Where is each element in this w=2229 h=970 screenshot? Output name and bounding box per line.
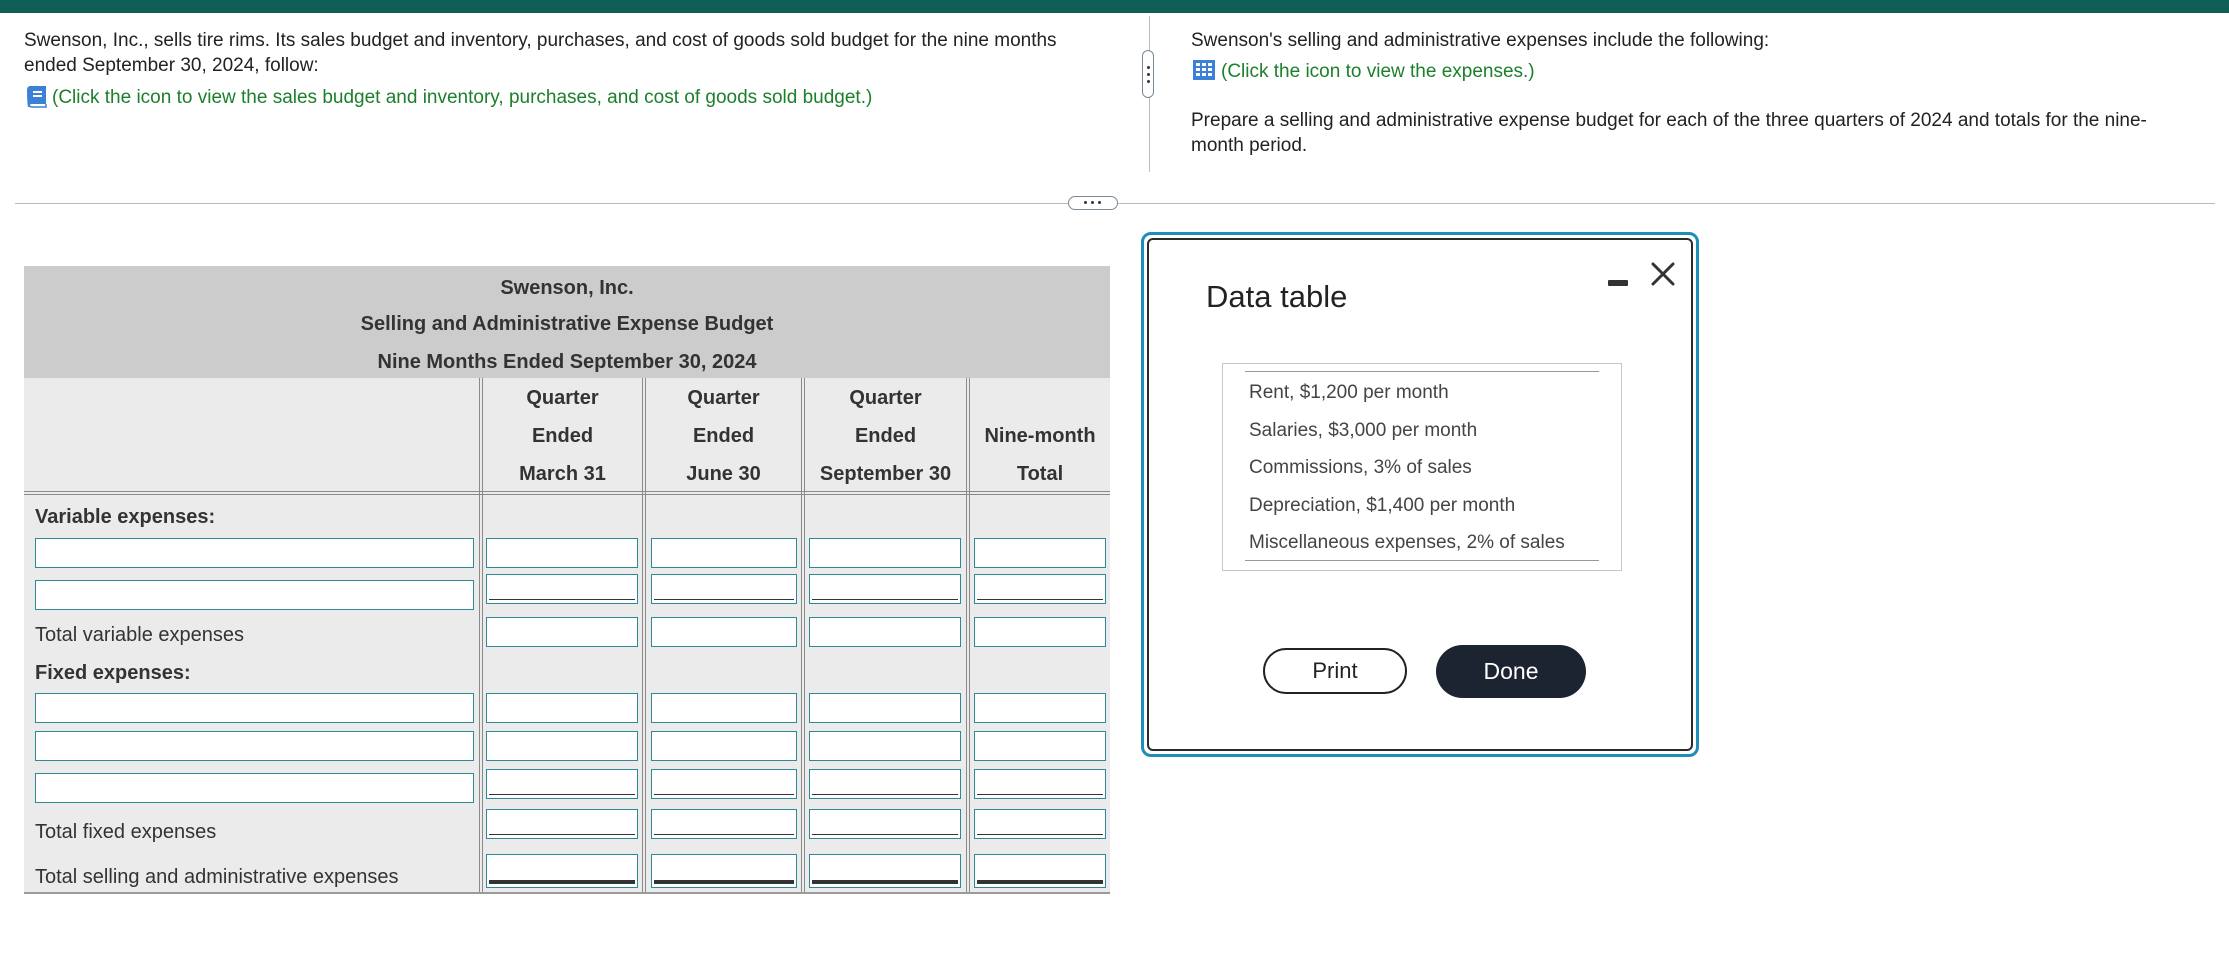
table-bottom-rule (1245, 560, 1599, 561)
total-variable-label: Total variable expenses (35, 624, 245, 646)
total-variable-input[interactable] (651, 617, 797, 647)
instruction-text: Prepare a selling and administrative exp… (1191, 110, 2147, 156)
data-row: Commissions, 3% of sales (1249, 457, 1472, 478)
amount-input[interactable] (974, 574, 1106, 604)
amount-input[interactable] (651, 538, 797, 568)
expenses-data-table: Rent, $1,200 per month Salaries, $3,000 … (1222, 363, 1622, 571)
problem-details: Swenson's selling and administrative exp… (1191, 28, 2191, 158)
sales-budget-link[interactable]: (Click the icon to view the sales budget… (24, 83, 1114, 110)
column-header-q2: Quarter Ended June 30 (686, 387, 761, 485)
fixed-expense-name-input[interactable] (35, 731, 474, 761)
expenses-link[interactable]: (Click the icon to view the expenses.) (1191, 57, 2191, 84)
amount-input[interactable] (809, 538, 961, 568)
total-sa-input[interactable] (809, 854, 961, 888)
column-header-q1: Quarter Ended March 31 (519, 387, 606, 485)
total-fixed-input[interactable] (486, 809, 638, 839)
budget-table: Swenson, Inc. Selling and Administrative… (24, 266, 1110, 894)
table-bottom-rule (24, 892, 1110, 894)
amount-input[interactable] (974, 693, 1106, 723)
done-button[interactable]: Done (1436, 645, 1586, 698)
amount-input[interactable] (809, 731, 961, 761)
fixed-expenses-label: Fixed expenses: (35, 662, 191, 684)
data-row: Salaries, $3,000 per month (1249, 420, 1478, 441)
data-row: Miscellaneous expenses, 2% of sales (1249, 532, 1565, 553)
total-sa-input[interactable] (486, 854, 638, 888)
amount-input[interactable] (651, 693, 797, 723)
amount-input[interactable] (651, 731, 797, 761)
amount-input[interactable] (809, 574, 961, 604)
top-bar (0, 0, 2229, 13)
total-variable-input[interactable] (974, 617, 1106, 647)
close-icon[interactable] (1646, 257, 1680, 291)
total-sa-label: Total selling and administrative expense… (35, 866, 399, 888)
total-sa-input[interactable] (651, 854, 797, 888)
amount-input[interactable] (486, 538, 638, 568)
total-fixed-input[interactable] (974, 809, 1106, 839)
amount-input[interactable] (486, 693, 638, 723)
variable-expenses-label: Variable expenses: (35, 506, 216, 528)
amount-input[interactable] (651, 574, 797, 604)
amount-input[interactable] (486, 769, 638, 799)
amount-input[interactable] (974, 538, 1106, 568)
expenses-intro-text: Swenson's selling and administrative exp… (1191, 30, 1770, 51)
column-header-total: Nine-month Total (984, 425, 1096, 485)
amount-input[interactable] (974, 769, 1106, 799)
total-fixed-label: Total fixed expenses (35, 821, 217, 843)
fixed-expense-name-input[interactable] (35, 693, 474, 723)
table-top-rule (1245, 371, 1599, 372)
total-fixed-input[interactable] (809, 809, 961, 839)
variable-expense-name-input[interactable] (35, 538, 474, 568)
amount-input[interactable] (974, 731, 1106, 761)
amount-input[interactable] (486, 574, 638, 604)
data-row: Depreciation, $1,400 per month (1249, 495, 1516, 516)
variable-expense-name-input[interactable] (35, 580, 474, 610)
problem-intro: Swenson, Inc., sells tire rims. Its sale… (24, 28, 1114, 110)
budget-title: Selling and Administrative Expense Budge… (360, 313, 774, 335)
budget-header: Swenson, Inc. Selling and Administrative… (24, 266, 1110, 378)
amount-input[interactable] (809, 769, 961, 799)
table-icon[interactable] (1191, 57, 1217, 83)
amount-input[interactable] (809, 693, 961, 723)
total-fixed-input[interactable] (651, 809, 797, 839)
total-variable-input[interactable] (809, 617, 961, 647)
amount-input[interactable] (486, 731, 638, 761)
sales-budget-link-text[interactable]: (Click the icon to view the sales budget… (52, 87, 872, 108)
amount-input[interactable] (651, 769, 797, 799)
expenses-link-text[interactable]: (Click the icon to view the expenses.) (1221, 61, 1535, 82)
total-sa-input[interactable] (974, 854, 1106, 888)
company-name: Swenson, Inc. (500, 277, 634, 299)
horizontal-resize-handle[interactable] (1068, 196, 1118, 210)
fixed-expense-name-input[interactable] (35, 773, 474, 803)
print-button[interactable]: Print (1263, 648, 1407, 694)
data-row: Rent, $1,200 per month (1249, 382, 1449, 403)
column-header-q3: Quarter Ended September 30 (819, 387, 952, 485)
book-icon[interactable] (24, 83, 50, 109)
budget-period: Nine Months Ended September 30, 2024 (377, 351, 757, 373)
intro-text: Swenson, Inc., sells tire rims. Its sale… (24, 30, 1057, 76)
total-variable-input[interactable] (486, 617, 638, 647)
data-table-modal: Data table Rent, $1,200 per month Salari… (1141, 232, 1699, 757)
minimize-icon[interactable] (1604, 271, 1632, 291)
modal-title: Data table (1206, 279, 1348, 314)
vertical-resize-handle[interactable] (1142, 50, 1154, 98)
